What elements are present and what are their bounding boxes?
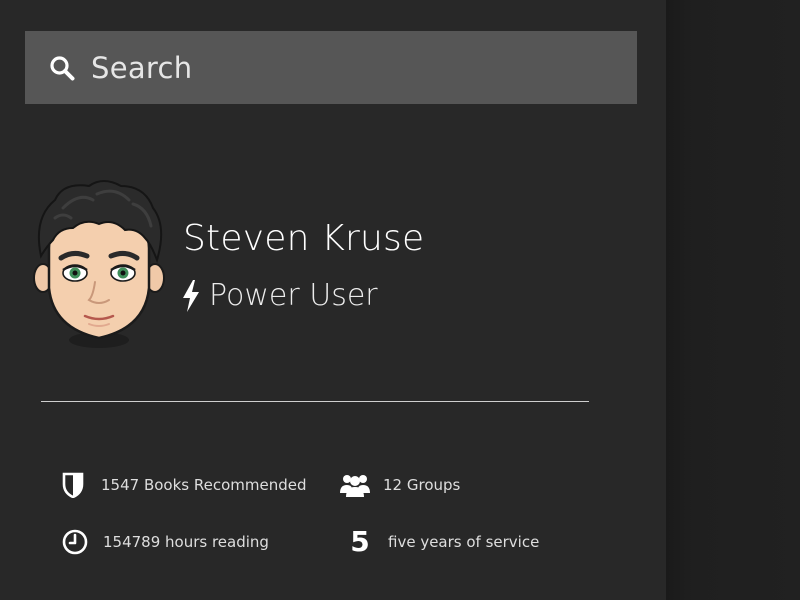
stat-hours-reading: 154789 hours reading	[60, 527, 269, 557]
shield-icon	[58, 470, 88, 500]
profile-panel: Search Steven Kruse Power User 1547 Book…	[0, 0, 666, 600]
search-icon	[47, 53, 77, 83]
avatar	[33, 178, 165, 348]
stat-hours-label: 154789 hours reading	[103, 533, 269, 551]
users-group-icon	[340, 470, 370, 500]
stat-years-of-service: 5 five years of service	[345, 527, 539, 557]
stat-groups-label: 12 Groups	[383, 476, 461, 494]
content-area	[666, 0, 800, 600]
clock-icon	[60, 527, 90, 557]
stat-books-recommended: 1547 Books Recommended	[58, 470, 307, 500]
stat-groups: 12 Groups	[340, 470, 460, 500]
search-bar[interactable]: Search	[25, 31, 637, 104]
years-number: 5	[350, 525, 370, 558]
stat-books-label: 1547 Books Recommended	[101, 476, 307, 494]
stat-years-label: five years of service	[388, 533, 540, 551]
user-role-label: Power User	[209, 278, 378, 313]
user-role: Power User	[181, 278, 378, 313]
app-screen: Search Steven Kruse Power User 1547 Book…	[0, 0, 800, 600]
search-input[interactable]: Search	[91, 51, 192, 85]
lightning-bolt-icon	[181, 279, 201, 313]
user-name: Steven Kruse	[183, 218, 425, 259]
divider	[41, 401, 589, 402]
